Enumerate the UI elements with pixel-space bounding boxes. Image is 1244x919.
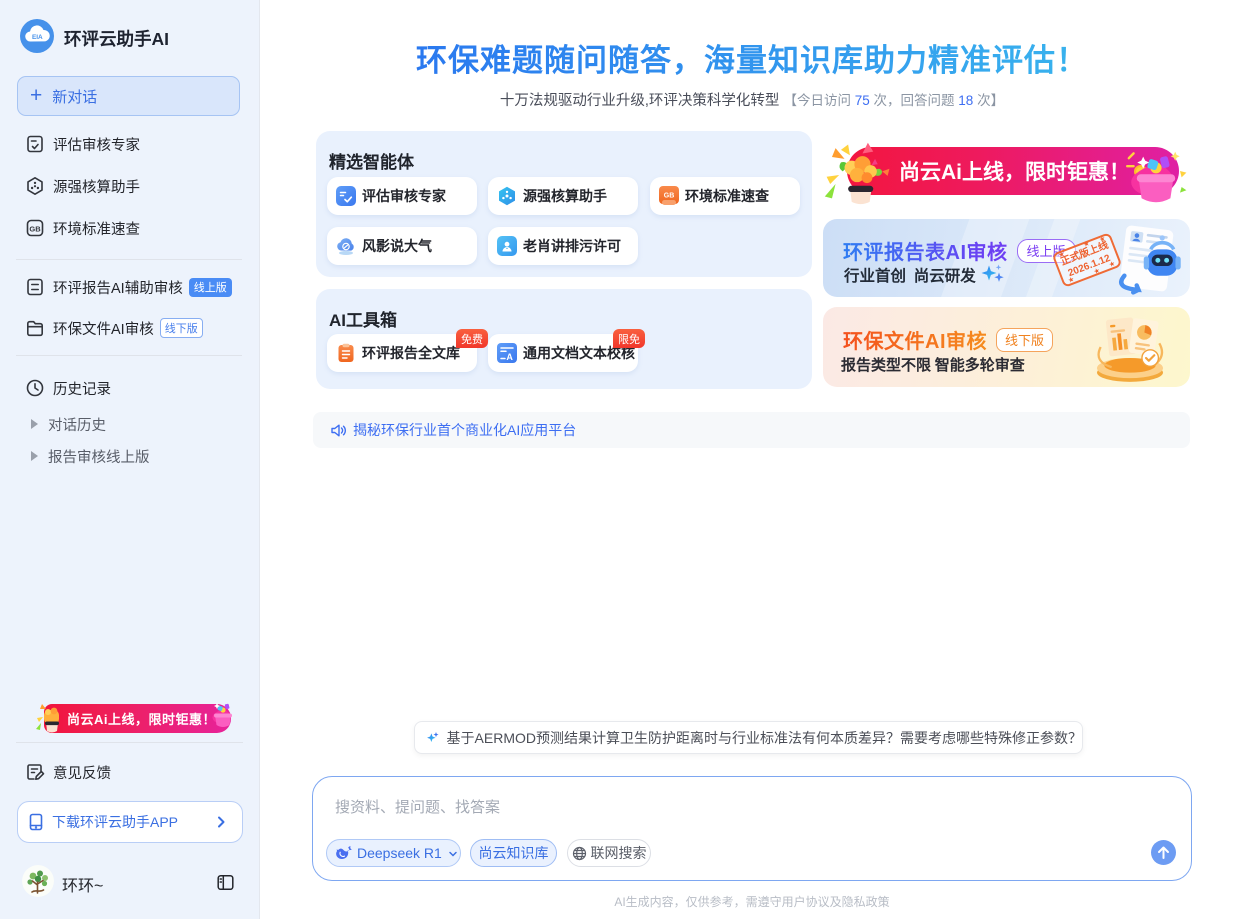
svg-text:GB: GB [664, 193, 675, 200]
svg-text:GB: GB [29, 224, 41, 233]
svg-text:EIA: EIA [32, 34, 43, 41]
svg-text:A: A [506, 352, 513, 362]
